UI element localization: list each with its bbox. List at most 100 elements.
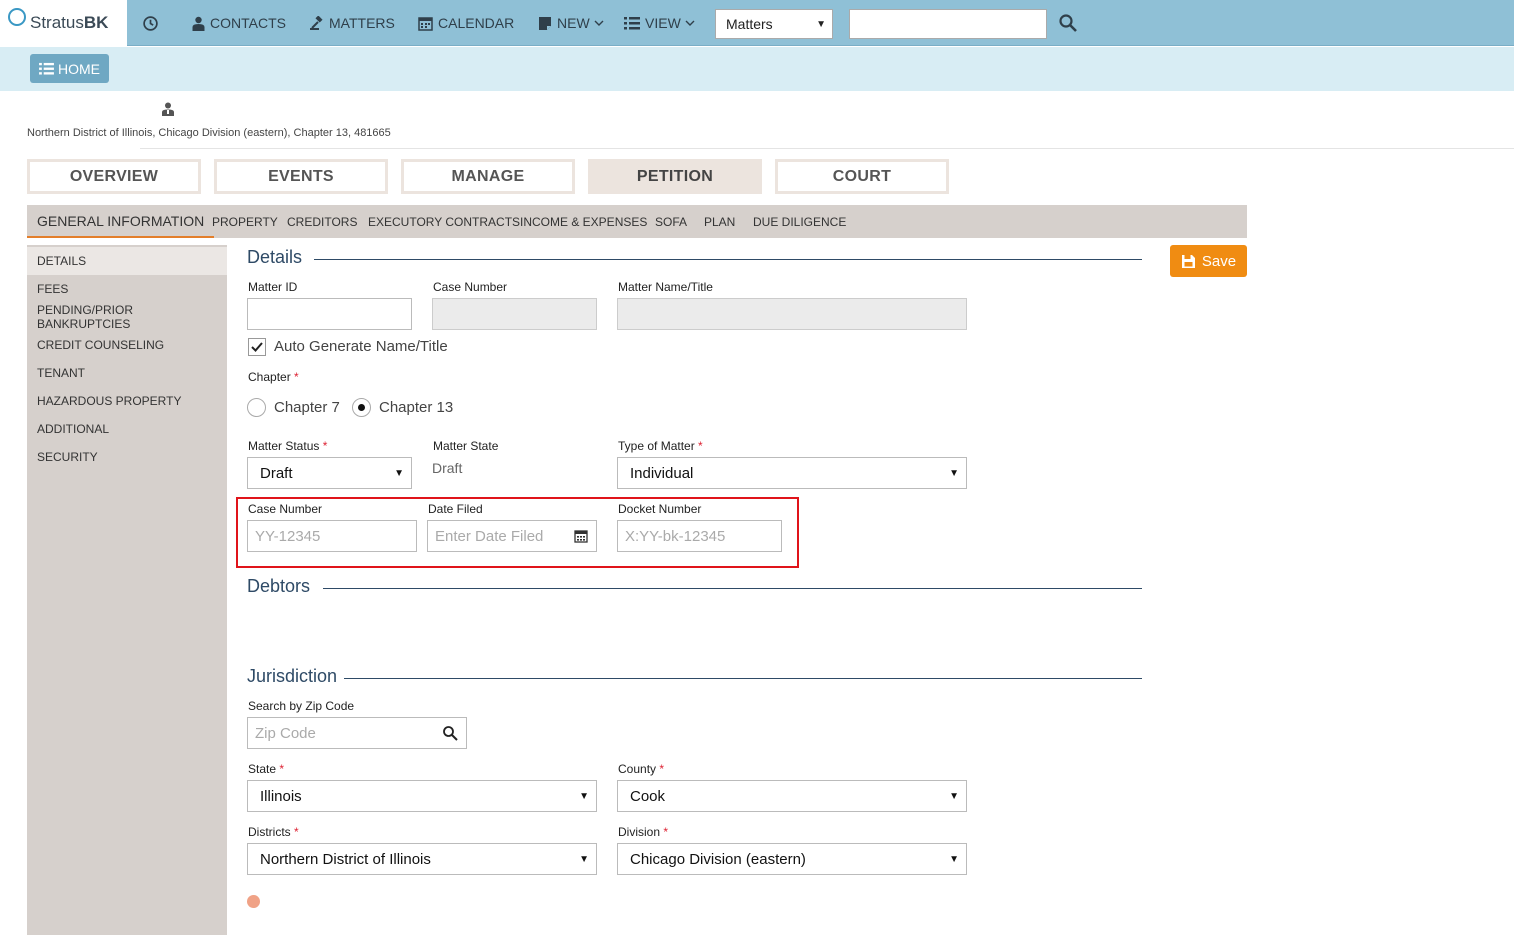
required-mark: * xyxy=(322,439,328,453)
dropdown-arrow-icon: ▼ xyxy=(949,853,959,865)
chapter-label-text: Chapter xyxy=(248,370,291,384)
zip-code-placeholder: Zip Code xyxy=(255,724,316,742)
nav-matters[interactable]: MATTERS xyxy=(310,0,395,46)
tab-events[interactable]: EVENTS xyxy=(214,159,388,194)
divider xyxy=(344,678,1142,679)
division-select[interactable]: Chicago Division (eastern) ▼ xyxy=(617,843,967,875)
sidebar-item-credit-counseling[interactable]: CREDIT COUNSELING xyxy=(27,331,227,359)
matter-status-label-text: Matter Status xyxy=(248,439,320,453)
division-label-text: Division xyxy=(618,825,661,839)
calendar-icon xyxy=(418,16,433,31)
nav-view-dropdown[interactable]: VIEW xyxy=(624,0,695,46)
save-button[interactable]: Save xyxy=(1170,245,1247,277)
districts-label: Districts * xyxy=(248,825,299,839)
required-mark: * xyxy=(294,825,299,839)
tab-petition[interactable]: PETITION xyxy=(588,159,762,194)
dropdown-arrow-icon: ▼ xyxy=(394,467,404,479)
divider xyxy=(314,259,1142,260)
matter-id-input[interactable] xyxy=(247,298,412,330)
subtab-property[interactable]: PROPERTY xyxy=(212,205,278,238)
docket-number-placeholder: X:YY-bk-12345 xyxy=(625,527,726,545)
subtab-executory-contracts[interactable]: EXECUTORY CONTRACTS xyxy=(368,205,520,238)
tab-overview[interactable]: OVERVIEW xyxy=(27,159,201,194)
sidebar-item-fees[interactable]: FEES xyxy=(27,275,227,303)
sidebar-item-details[interactable]: DETAILS xyxy=(27,247,227,275)
nav-calendar[interactable]: CALENDAR xyxy=(418,0,514,46)
dropdown-arrow-icon: ▼ xyxy=(579,853,589,865)
subtab-plan[interactable]: PLAN xyxy=(704,205,735,238)
tab-court[interactable]: COURT xyxy=(775,159,949,194)
matter-id-label: Matter ID xyxy=(248,280,298,294)
case-number-filed-label: Case Number xyxy=(248,502,323,516)
subtab-creditors[interactable]: CREDITORS xyxy=(287,205,357,238)
chevron-down-icon xyxy=(594,20,604,26)
zip-code-input[interactable]: Zip Code xyxy=(247,717,467,749)
nav-contacts[interactable]: CONTACTS xyxy=(192,0,286,46)
division-label: Division * xyxy=(618,825,668,839)
chevron-down-icon xyxy=(685,20,695,26)
history-button[interactable] xyxy=(142,0,159,46)
county-label-text: County xyxy=(618,762,657,776)
chapter-13-radio[interactable] xyxy=(352,398,371,417)
chapter-7-label: Chapter 7 xyxy=(274,399,340,416)
matter-status-value: Draft xyxy=(260,464,293,482)
districts-select[interactable]: Northern District of Illinois ▼ xyxy=(247,843,597,875)
debtors-heading: Debtors xyxy=(247,576,311,596)
section-sidebar: DETAILS FEES PENDING/PRIOR BANKRUPTCIES … xyxy=(27,245,227,935)
sidebar-item-pending-prior-bankruptcies[interactable]: PENDING/PRIOR BANKRUPTCIES xyxy=(27,303,227,331)
matter-state-value: Draft xyxy=(432,460,463,476)
search-scope-select[interactable]: Matters ▼ xyxy=(715,9,833,39)
search-scope-value: Matters xyxy=(726,16,773,32)
type-of-matter-value: Individual xyxy=(630,464,694,482)
subtab-due-diligence[interactable]: DUE DILIGENCE xyxy=(753,205,846,238)
subtab-sofa[interactable]: SOFA xyxy=(655,205,687,238)
checkmark-icon xyxy=(251,342,263,352)
sidebar-item-hazardous-property[interactable]: HAZARDOUS PROPERTY xyxy=(27,387,227,415)
calendar-icon[interactable] xyxy=(574,529,588,543)
state-label-text: State xyxy=(248,762,277,776)
districts-label-text: Districts xyxy=(248,825,291,839)
auto-generate-label: Auto Generate Name/Title xyxy=(274,338,448,355)
search-button[interactable] xyxy=(1058,13,1080,35)
case-number-input[interactable]: YY-12345 xyxy=(247,520,417,552)
home-button[interactable]: HOME xyxy=(30,54,109,83)
type-of-matter-label-text: Type of Matter xyxy=(618,439,695,453)
docket-number-label: Docket Number xyxy=(618,502,702,516)
sidebar-item-additional[interactable]: ADDITIONAL xyxy=(27,415,227,443)
list-icon xyxy=(624,17,640,30)
matter-status-select[interactable]: Draft ▼ xyxy=(247,457,412,489)
districts-value: Northern District of Illinois xyxy=(260,850,431,868)
county-select[interactable]: Cook ▼ xyxy=(617,780,967,812)
county-value: Cook xyxy=(630,787,666,805)
dropdown-arrow-icon: ▼ xyxy=(949,790,959,802)
search-icon[interactable] xyxy=(442,725,458,741)
date-filed-input[interactable]: Enter Date Filed xyxy=(427,520,597,552)
required-mark: * xyxy=(698,439,703,453)
top-navbar: StratusBK CONTACTS MATTERS CALENDAR NEW … xyxy=(0,0,1514,46)
state-label: State * xyxy=(248,762,284,776)
matter-name-label: Matter Name/Title xyxy=(618,280,713,294)
nav-new-dropdown[interactable]: NEW xyxy=(538,0,604,46)
nav-view-label: VIEW xyxy=(645,15,681,31)
info-alert-icon[interactable] xyxy=(247,895,260,908)
app-logo[interactable]: StratusBK xyxy=(0,0,127,46)
history-icon xyxy=(143,15,158,31)
required-mark: * xyxy=(663,825,669,839)
type-of-matter-select[interactable]: Individual ▼ xyxy=(617,457,967,489)
date-filed-placeholder: Enter Date Filed xyxy=(435,527,544,545)
chapter-label: Chapter * xyxy=(248,370,299,384)
divider xyxy=(323,588,1142,589)
sidebar-item-security[interactable]: SECURITY xyxy=(27,443,227,471)
docket-number-input[interactable]: X:YY-bk-12345 xyxy=(617,520,782,552)
tab-manage[interactable]: MANAGE xyxy=(401,159,575,194)
required-mark: * xyxy=(294,370,299,384)
state-select[interactable]: Illinois ▼ xyxy=(247,780,597,812)
subtab-income-expenses[interactable]: INCOME & EXPENSES xyxy=(520,205,647,238)
type-of-matter-label: Type of Matter * xyxy=(618,439,703,453)
chapter-7-radio[interactable] xyxy=(247,398,266,417)
global-search-input[interactable] xyxy=(849,9,1047,39)
sidebar-item-tenant[interactable]: TENANT xyxy=(27,359,227,387)
division-value: Chicago Division (eastern) xyxy=(630,850,806,868)
subtab-general-information[interactable]: GENERAL INFORMATION xyxy=(27,205,215,238)
auto-generate-checkbox[interactable] xyxy=(248,338,266,356)
